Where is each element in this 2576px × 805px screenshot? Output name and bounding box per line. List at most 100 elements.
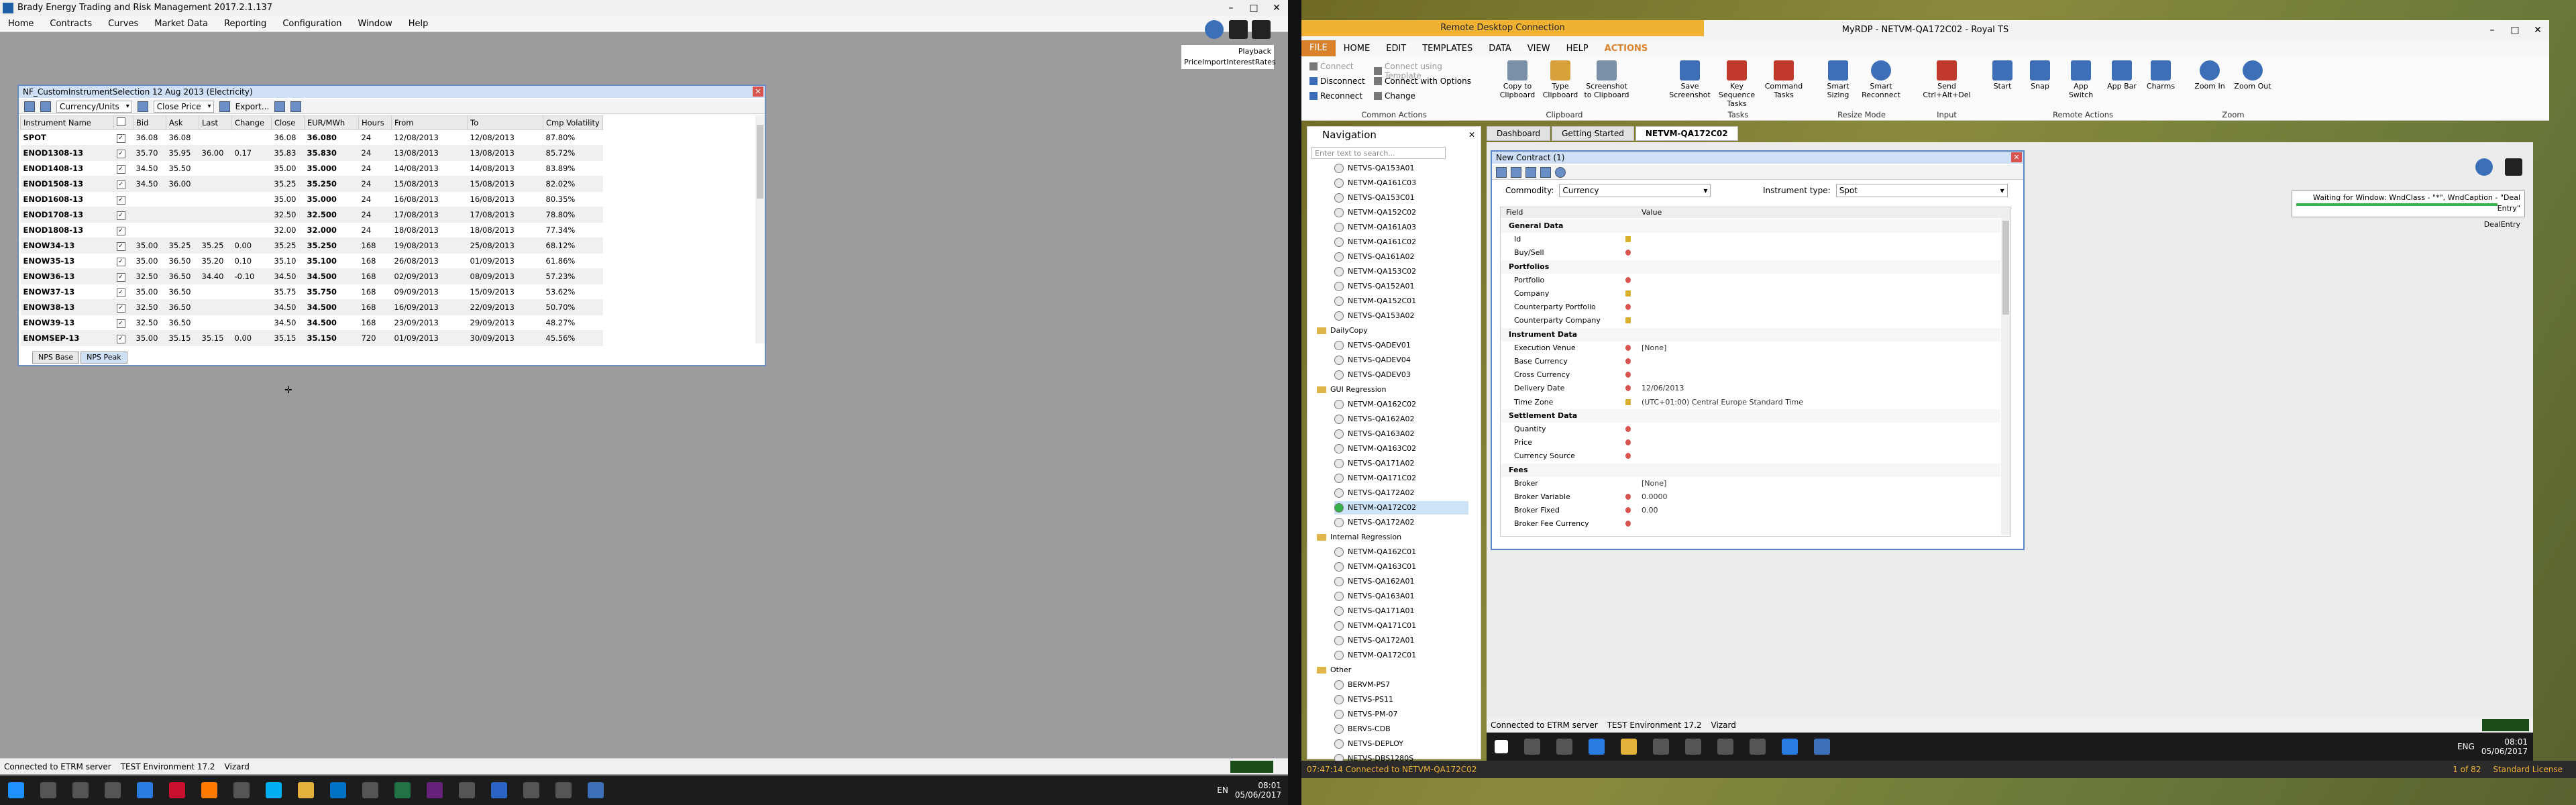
field-value[interactable]: 12/06/2013 (1642, 382, 1684, 395)
minimize-icon[interactable]: – (2481, 22, 2504, 38)
field-row[interactable]: Execution Venue [None] (1501, 341, 2000, 355)
table-row[interactable]: ENOD1508-13 ✓ 34.50 36.00 35.25 35.250 24 15/08… (20, 176, 603, 192)
filter-icon[interactable] (219, 101, 230, 112)
nav-connection-item[interactable]: NETVS-QA172A01 (1334, 634, 1468, 647)
field-value[interactable]: [None] (1642, 341, 1666, 355)
nav-connection-item[interactable]: NETVS-QADEV04 (1334, 354, 1468, 367)
clock[interactable]: 08:01 05/06/2017 (2481, 737, 2528, 756)
nav-connection-item[interactable]: NETVS-QA153A01 (1334, 162, 1468, 175)
nav-connection-item[interactable]: NETVM-QA161C02 (1334, 235, 1468, 249)
field-row[interactable]: Time Zone (UTC+01:00) Central Europe Stan… (1501, 396, 2000, 409)
nav-connection-item[interactable]: NETVS-QA172A02 (1334, 486, 1468, 500)
nav-connection-item[interactable]: NETVM-QA153C02 (1334, 265, 1468, 278)
ribbon-tab-edit[interactable]: EDIT (1378, 44, 1414, 54)
app-icon[interactable] (1750, 739, 1766, 755)
row-checkbox[interactable]: ✓ (116, 196, 125, 205)
tab-dashboard[interactable]: Dashboard (1487, 126, 1551, 141)
row-checkbox[interactable]: ✓ (116, 180, 125, 189)
language-indicator[interactable]: EN (1217, 786, 1228, 795)
ribbon-tab-help[interactable]: HELP (1558, 44, 1597, 54)
vertical-scrollbar[interactable] (2001, 218, 2010, 535)
column-header[interactable]: Change (231, 115, 272, 130)
nav-connection-item[interactable]: NETVS-QA153A02 (1334, 309, 1468, 323)
nav-connection-item[interactable]: BERVS-CDB (1334, 722, 1468, 736)
column-header[interactable]: Last (199, 115, 232, 130)
row-checkbox[interactable]: ✓ (116, 165, 125, 174)
ribbon-tab-actions[interactable]: ACTIONS (1597, 44, 1656, 54)
close-icon[interactable]: ✕ (753, 87, 763, 97)
explorer-icon[interactable] (1621, 739, 1637, 755)
menu-contracts[interactable]: Contracts (42, 19, 100, 29)
column-header[interactable]: Ask (166, 115, 199, 130)
field-section-header[interactable]: Settlement Data (1501, 409, 2000, 423)
nav-connection-item[interactable]: NETVS-DEPLOY (1334, 737, 1468, 751)
nav-connection-item[interactable]: NETVS-QA152A01 (1334, 280, 1468, 293)
table-row[interactable]: ENOD1308-13 ✓ 35.70 35.95 36.00 0.17 35.83 35.8… (20, 145, 603, 161)
field-row[interactable]: Broker Variable 0.0000 (1501, 490, 2000, 504)
change-button[interactable]: Change (1374, 91, 1415, 101)
field-value[interactable]: [None] (1642, 477, 1666, 490)
skype-icon[interactable] (266, 782, 282, 798)
vizard-taskbar-icon[interactable] (1814, 739, 1830, 755)
nav-connection-item[interactable]: NETVM-QA172C02 (1334, 501, 1468, 515)
field-row[interactable]: Quantity (1501, 423, 2000, 436)
minimize-icon[interactable]: – (1220, 0, 1242, 16)
save-screenshot-button[interactable]: Save Screenshot (1668, 56, 1712, 99)
field-value[interactable]: 0.00 (1642, 504, 1658, 517)
field-row[interactable]: Base Currency (1501, 355, 2000, 368)
field-row[interactable]: Buy/Sell (1501, 246, 2000, 260)
instrument-dropdown[interactable]: Spot (1835, 184, 2008, 197)
ribbon-tab-home[interactable]: HOME (1336, 44, 1378, 54)
column-header[interactable]: Close (271, 115, 305, 130)
vertical-scrollbar[interactable] (755, 115, 765, 343)
nav-folder[interactable]: GUI Regression (1317, 383, 1471, 396)
field-value[interactable]: 0.0000 (1642, 490, 1668, 504)
nav-connection-item[interactable]: NETVS-QA171A01 (1334, 604, 1468, 618)
column-header[interactable]: From (391, 115, 468, 130)
save-icon[interactable] (24, 101, 35, 112)
app-switch-button[interactable]: App Switch (2061, 56, 2101, 99)
table-row[interactable]: ENOW39-13 ✓ 32.50 36.50 34.50 34.500 168 23/09/… (20, 315, 603, 331)
firefox-icon[interactable] (201, 782, 217, 798)
nav-folder[interactable]: Other (1317, 663, 1471, 677)
excel-icon[interactable] (394, 782, 411, 798)
table-row[interactable]: ENOW34-13 ✓ 35.00 35.25 35.25 0.00 35.25 35.250… (20, 237, 603, 254)
nav-connection-item[interactable]: NETVS-QA163A02 (1334, 427, 1468, 441)
table-row[interactable]: ENOD1408-13 ✓ 34.50 35.50 35.00 35.000 24 14/08… (20, 160, 603, 176)
nav-connection-item[interactable]: NETVS-QA153C01 (1334, 191, 1468, 205)
column-header[interactable]: Cmp Volatility (543, 115, 603, 130)
nav-connection-item[interactable]: NETVM-QA161C03 (1334, 176, 1468, 190)
nav-connection-item[interactable]: NETVS-QA162A02 (1334, 413, 1468, 426)
column-header[interactable]: Instrument Name (20, 115, 114, 130)
save-icon[interactable] (1496, 166, 1507, 178)
field-row[interactable]: Broker [None] (1501, 477, 2000, 490)
reconnect-button[interactable]: Reconnect (1309, 91, 1362, 101)
close-icon[interactable]: ✕ (2011, 152, 2022, 162)
send-ctrl-alt-del-button[interactable]: Send Ctrl+Alt+Del (1913, 56, 1980, 99)
row-checkbox[interactable]: ✓ (116, 258, 125, 266)
copy-icon[interactable] (1511, 166, 1521, 178)
app-icon[interactable] (169, 782, 185, 798)
field-row[interactable]: Broker Fee Currency (1501, 517, 2000, 531)
row-checkbox[interactable]: ✓ (116, 150, 125, 158)
field-section-header[interactable]: General Data (1501, 219, 2000, 233)
menu-configuration[interactable]: Configuration (274, 19, 350, 29)
navigation-search-input[interactable]: Enter text to search... (1311, 147, 1446, 159)
store-icon[interactable] (105, 782, 121, 798)
explorer-icon[interactable] (298, 782, 314, 798)
maximize-icon[interactable]: □ (2504, 22, 2526, 38)
app-icon[interactable] (233, 782, 250, 798)
field-row[interactable]: Cross Currency (1501, 368, 2000, 382)
tab-netvm-qa172c02[interactable]: NETVM-QA172C02 (1635, 126, 1738, 141)
row-checkbox[interactable]: ✓ (116, 242, 125, 251)
grid-icon[interactable] (40, 101, 51, 112)
ribbon-tab-templates[interactable]: TEMPLATES (1414, 44, 1481, 54)
nav-connection-item[interactable]: NETVM-QA171C01 (1334, 619, 1468, 633)
table-row[interactable]: ENOMSEP-13 ✓ 35.00 35.15 35.15 0.00 35.15 35.15… (20, 330, 603, 346)
screenshot-clipboard-button[interactable]: Screenshot to Clipboard (1583, 56, 1630, 99)
close-icon[interactable]: ✕ (1265, 0, 1288, 16)
column-header[interactable] (113, 115, 133, 130)
menu-home[interactable]: Home (0, 19, 42, 29)
tab-nps-base[interactable]: NPS Base (32, 352, 80, 364)
field-row[interactable]: Price (1501, 436, 2000, 449)
